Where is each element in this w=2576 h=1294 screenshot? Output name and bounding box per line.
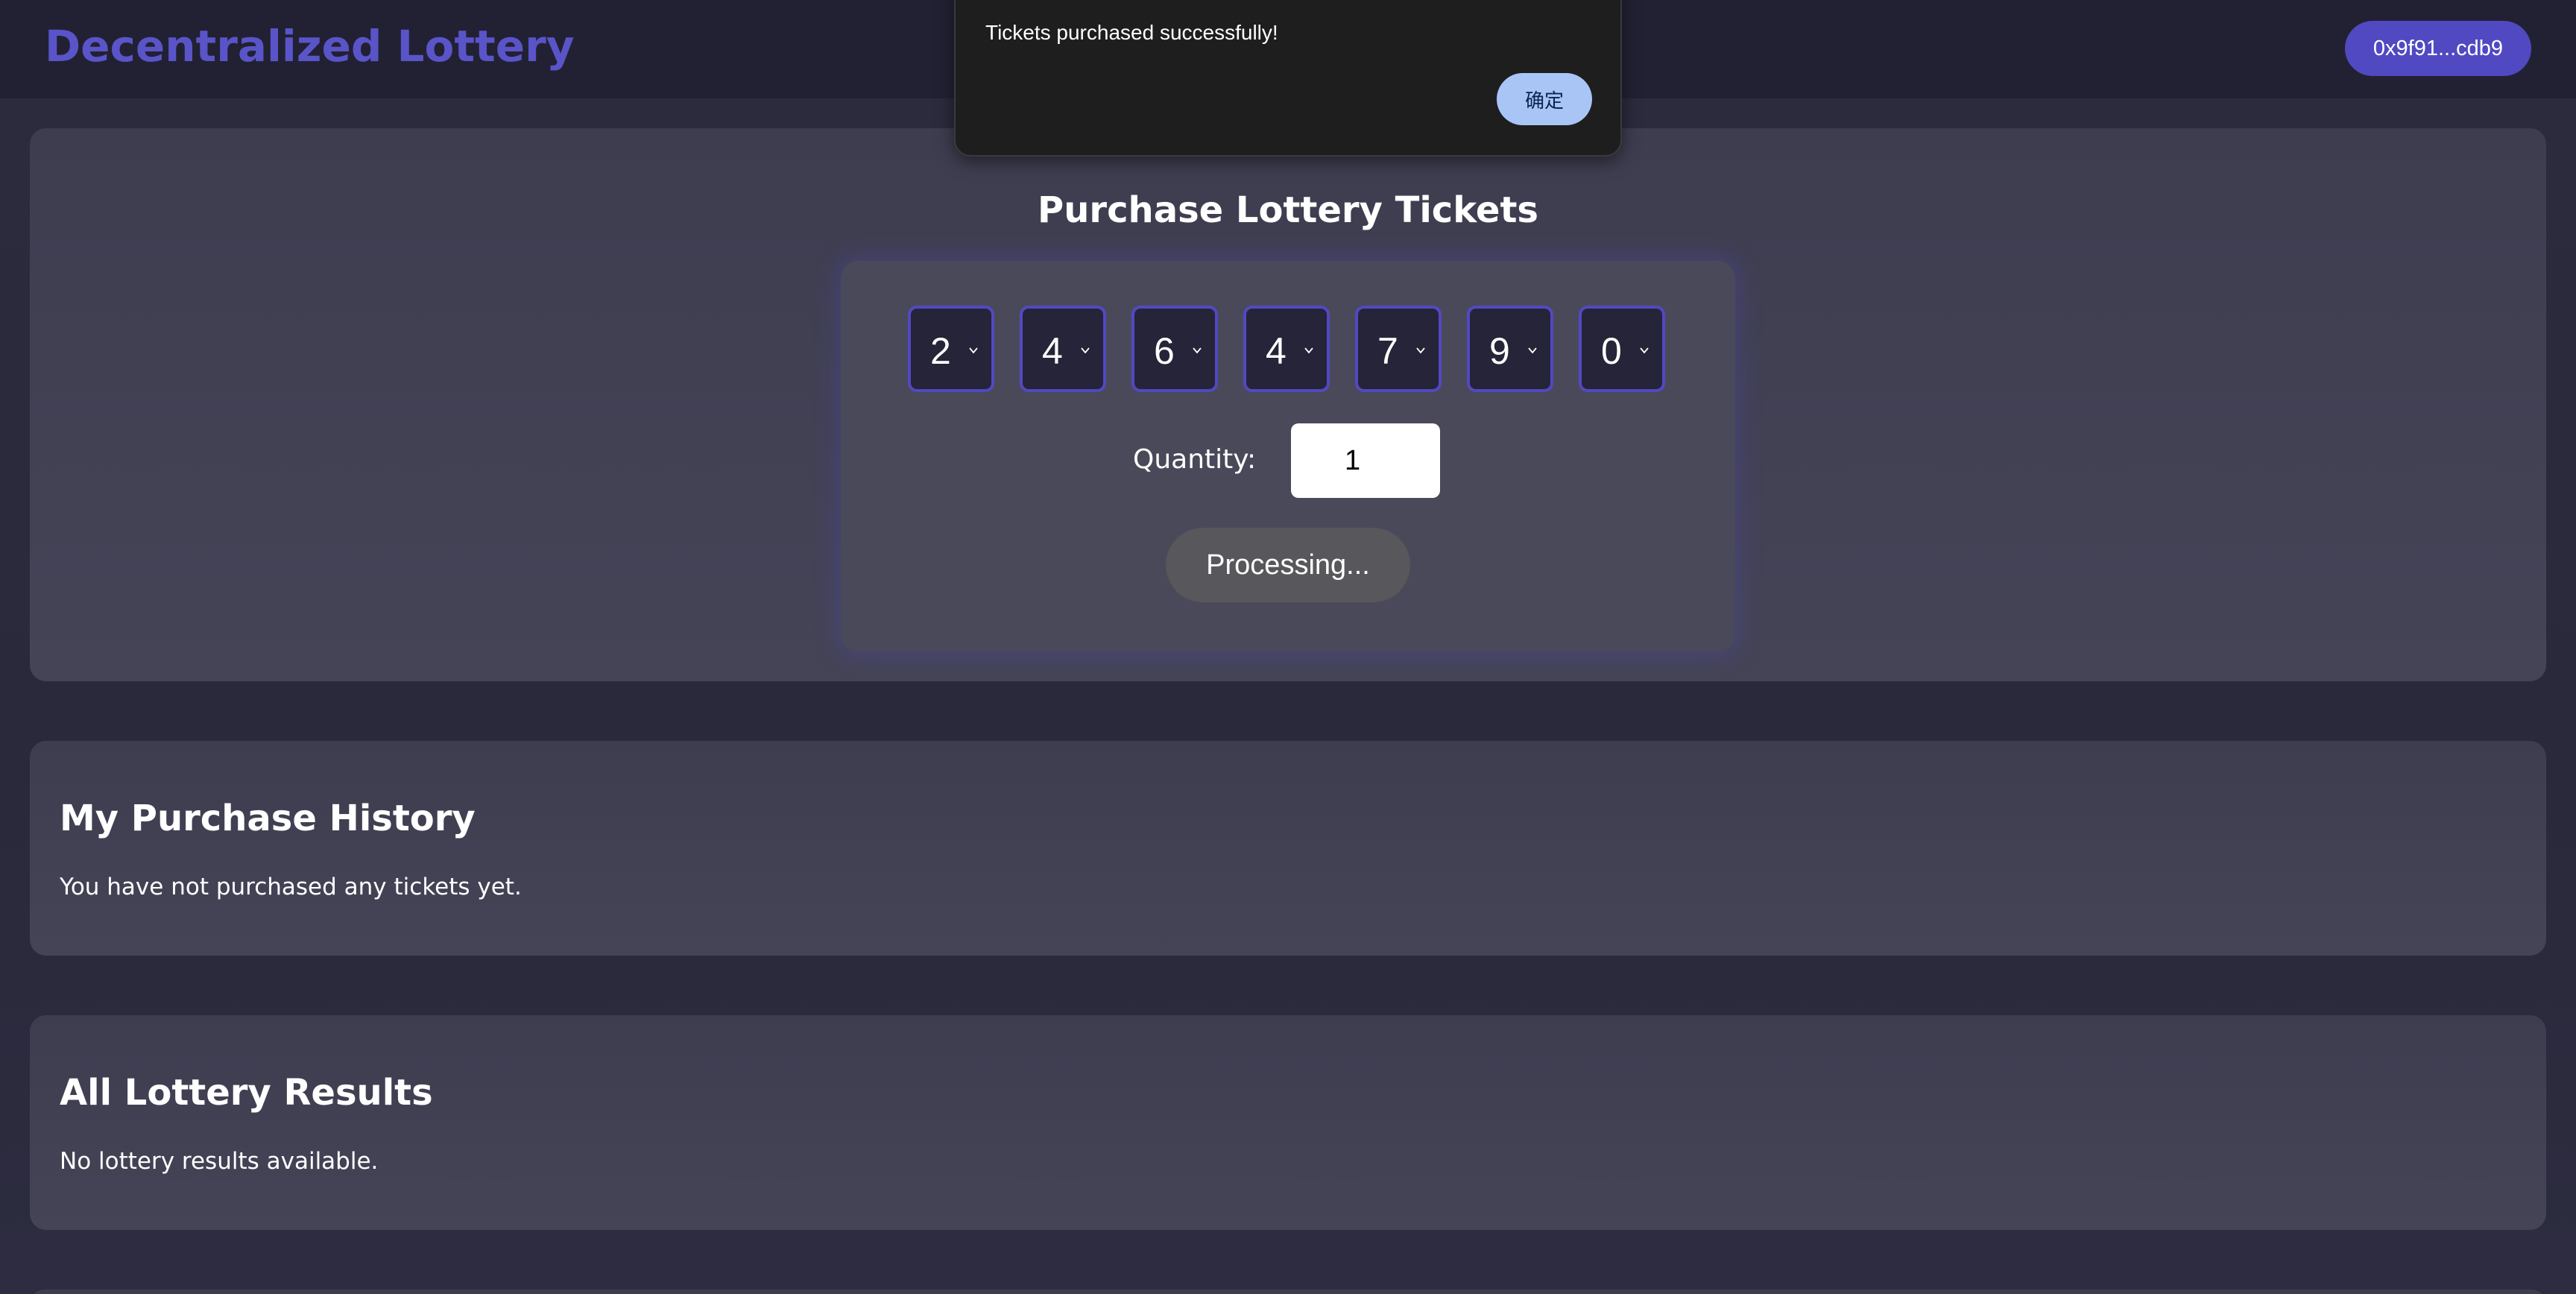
number-select-value: 7 (1377, 330, 1398, 372)
alert-dialog: Tickets purchased successfully! 确定 (954, 0, 1622, 157)
wallet-address-button[interactable]: 0x9f91...cdb9 (2345, 21, 2531, 76)
chevron-down-icon (1193, 347, 1202, 354)
purchase-history-title: My Purchase History (60, 798, 476, 839)
quantity-input[interactable] (1291, 423, 1440, 498)
number-select-1[interactable]: 2 (908, 306, 994, 392)
alert-dialog-message: Tickets purchased successfully! (985, 21, 1278, 44)
chevron-down-icon (1528, 347, 1537, 354)
number-select-6[interactable]: 9 (1467, 306, 1553, 392)
chevron-down-icon (1081, 347, 1090, 354)
number-select-2[interactable]: 4 (1020, 306, 1106, 392)
app-title: Decentralized Lottery (45, 21, 575, 72)
next-section-edge (30, 1290, 2546, 1294)
chevron-down-icon (969, 347, 978, 354)
chevron-down-icon (1640, 347, 1649, 354)
lottery-results-title: All Lottery Results (60, 1072, 433, 1114)
chevron-down-icon (1304, 347, 1313, 354)
purchase-section: Purchase Lottery Tickets 2 4 6 4 7 9 0 Q… (30, 128, 2546, 681)
lottery-results-section: All Lottery Results No lottery results a… (30, 1015, 2546, 1230)
purchase-panel: 2 4 6 4 7 9 0 Quantity: 1 Processing... (841, 261, 1735, 651)
alert-dialog-ok-button[interactable]: 确定 (1497, 73, 1592, 125)
number-select-value: 4 (1042, 330, 1063, 372)
number-select-value: 9 (1489, 330, 1510, 372)
number-select-value: 6 (1154, 330, 1175, 372)
number-select-value: 0 (1601, 330, 1622, 372)
purchase-title: Purchase Lottery Tickets (1038, 189, 1538, 231)
number-select-3[interactable]: 6 (1131, 306, 1218, 392)
number-select-5[interactable]: 7 (1355, 306, 1442, 392)
number-select-7[interactable]: 0 (1579, 306, 1665, 392)
number-select-4[interactable]: 4 (1243, 306, 1330, 392)
purchase-history-empty-text: You have not purchased any tickets yet. (60, 874, 522, 900)
chevron-down-icon (1416, 347, 1425, 354)
quantity-label: Quantity: (1133, 444, 1257, 475)
number-select-value: 2 (930, 330, 951, 372)
purchase-history-section: My Purchase History You have not purchas… (30, 741, 2546, 956)
lottery-results-empty-text: No lottery results available. (60, 1148, 379, 1175)
number-select-value: 4 (1266, 330, 1287, 372)
purchase-processing-button[interactable]: Processing... (1166, 528, 1410, 602)
app-page: Decentralized Lottery 0x9f91...cdb9 Purc… (0, 0, 2576, 1294)
